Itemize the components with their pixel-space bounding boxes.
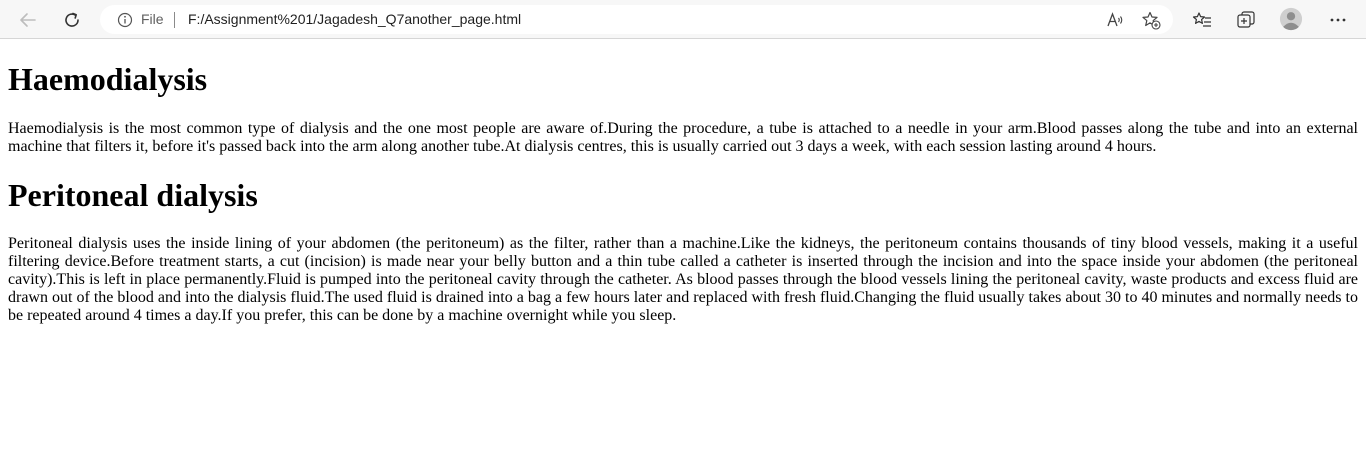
url-text[interactable]: F:/Assignment%201/Jagadesh_Q7another_pag… bbox=[188, 11, 521, 27]
collections-button[interactable] bbox=[1234, 8, 1258, 32]
address-bar[interactable]: File F:/Assignment%201/Jagadesh_Q7anothe… bbox=[100, 5, 1173, 34]
back-arrow-icon bbox=[20, 13, 36, 27]
address-scheme-label: File bbox=[141, 11, 164, 27]
refresh-button[interactable] bbox=[56, 4, 88, 36]
collections-icon bbox=[1237, 11, 1255, 28]
favorites-icon bbox=[1192, 12, 1211, 27]
info-icon[interactable] bbox=[117, 12, 133, 31]
section-heading-haemodialysis: Haemodialysis bbox=[8, 61, 208, 97]
add-favorite-icon[interactable] bbox=[1141, 10, 1161, 30]
refresh-icon bbox=[65, 12, 79, 27]
page-content: Haemodialysis Haemodialysis is the most … bbox=[0, 39, 1366, 325]
read-aloud-icon[interactable] bbox=[1105, 10, 1125, 30]
section-paragraph-haemodialysis: Haemodialysis is the most common type of… bbox=[8, 120, 1358, 155]
browser-toolbar: File F:/Assignment%201/Jagadesh_Q7anothe… bbox=[0, 0, 1366, 39]
favorites-button[interactable] bbox=[1190, 8, 1214, 32]
profile-button[interactable] bbox=[1279, 7, 1303, 31]
section-heading-peritoneal-dialysis: Peritoneal dialysis bbox=[8, 177, 258, 213]
more-menu-button[interactable] bbox=[1326, 8, 1350, 32]
back-button[interactable] bbox=[12, 4, 44, 36]
profile-avatar-icon bbox=[1279, 7, 1303, 31]
address-separator bbox=[174, 12, 175, 28]
section-paragraph-peritoneal-dialysis: Peritoneal dialysis uses the inside lini… bbox=[8, 235, 1358, 324]
more-menu-icon bbox=[1330, 18, 1346, 22]
